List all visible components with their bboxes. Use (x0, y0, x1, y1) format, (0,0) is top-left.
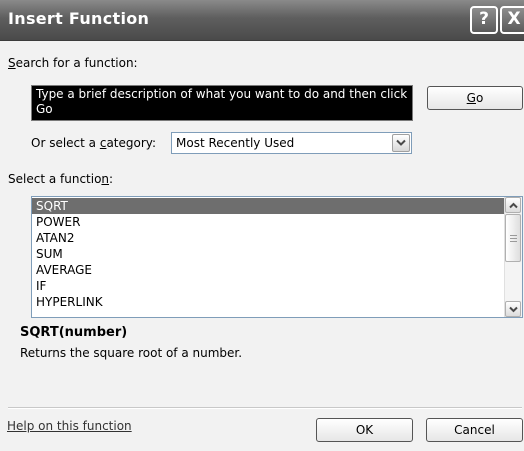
function-list-label: Select a function: (8, 172, 114, 186)
category-select[interactable]: Most Recently Used (171, 132, 412, 154)
insert-function-dialog: Insert Function ? X Search for a functio… (0, 0, 524, 451)
chevron-up-icon (509, 202, 518, 209)
thumb-grip (510, 238, 517, 239)
footer-divider (8, 407, 522, 409)
search-label: Search for a function: (8, 56, 138, 70)
function-list-item[interactable]: HYPERLINK (32, 294, 504, 310)
category-dropdown-button[interactable] (392, 134, 410, 152)
chevron-down-icon (396, 139, 406, 146)
ok-button[interactable]: OK (316, 418, 413, 442)
cancel-button[interactable]: Cancel (426, 418, 523, 442)
function-list-items: SQRT POWER ATAN2 SUM AVERAGE IF HYPERLINK (32, 198, 504, 310)
search-input[interactable]: Type a brief description of what you wan… (31, 85, 413, 121)
category-label: Or select a category: (31, 136, 157, 150)
scroll-up-button[interactable] (505, 197, 521, 213)
close-icon: X (507, 9, 521, 29)
window-title: Insert Function (8, 9, 150, 28)
scroll-thumb[interactable] (505, 214, 521, 262)
thumb-grip (510, 235, 517, 236)
function-list-item[interactable]: AVERAGE (32, 262, 504, 278)
help-on-function-link[interactable]: Help on this function (7, 419, 132, 433)
go-button[interactable]: Go (427, 86, 523, 110)
scroll-down-button[interactable] (505, 301, 521, 317)
function-listbox[interactable]: SQRT POWER ATAN2 SUM AVERAGE IF HYPERLINK (31, 196, 523, 318)
function-list-item[interactable]: SUM (32, 246, 504, 262)
function-list-item[interactable]: ATAN2 (32, 230, 504, 246)
function-list-item[interactable]: IF (32, 278, 504, 294)
function-list-scrollbar[interactable] (504, 197, 522, 317)
function-description: Returns the square root of a number. (20, 346, 243, 360)
search-input-text: Type a brief description of what you wan… (36, 87, 408, 116)
category-selected-value: Most Recently Used (176, 136, 295, 150)
function-list-item[interactable]: POWER (32, 214, 504, 230)
function-syntax: SQRT(number) (20, 325, 128, 340)
help-button[interactable]: ? (470, 6, 498, 34)
close-button[interactable]: X (500, 6, 524, 34)
chevron-down-icon (509, 306, 518, 313)
thumb-grip (510, 241, 517, 242)
function-list-item[interactable]: SQRT (32, 198, 504, 214)
title-bar[interactable]: Insert Function ? X (0, 0, 524, 41)
question-mark-icon: ? (479, 9, 489, 29)
